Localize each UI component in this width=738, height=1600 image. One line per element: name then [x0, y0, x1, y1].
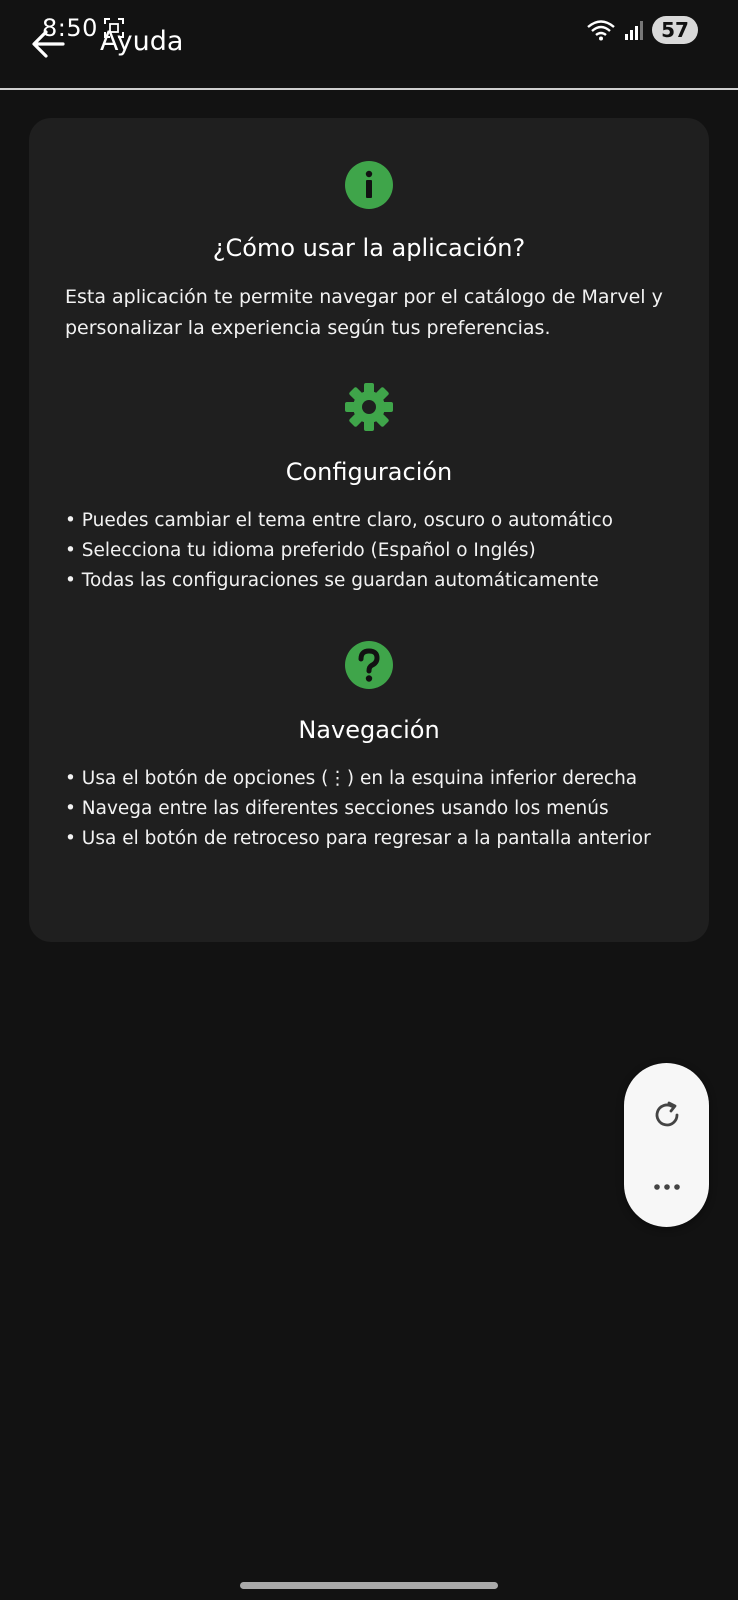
floating-menu: [624, 1063, 709, 1227]
list-item: • Usa el botón de retroceso para regresa…: [65, 828, 651, 849]
info-icon: [345, 161, 393, 209]
navigation-list: • Usa el botón de opciones (⋮) en la esq…: [65, 764, 685, 854]
help-card: ¿Cómo usar la aplicación? Esta aplicació…: [29, 118, 709, 942]
more-options-button[interactable]: [624, 1157, 709, 1217]
navigation-section-title: Navegación: [298, 716, 440, 744]
screenshot-icon: [104, 18, 124, 38]
list-item: • Selecciona tu idioma preferido (Españo…: [65, 540, 536, 561]
settings-section-title: Configuración: [285, 458, 453, 486]
wifi-icon: [587, 20, 615, 41]
list-item: • Navega entre las diferentes secciones …: [65, 798, 609, 819]
app-bar-divider: [0, 88, 738, 90]
status-time: 8:50: [42, 14, 98, 42]
gear-icon: [345, 383, 393, 431]
more-horizontal-icon: [653, 1184, 680, 1190]
usage-section-title: ¿Cómo usar la aplicación?: [212, 234, 526, 262]
app-bar: Ayuda: [0, 0, 738, 90]
list-item: • Puedes cambiar el tema entre claro, os…: [65, 510, 613, 531]
signal-icon: [625, 21, 643, 40]
question-icon: [345, 641, 393, 689]
list-item: • Todas las configuraciones se guardan a…: [65, 570, 599, 591]
refresh-button[interactable]: [624, 1085, 709, 1145]
home-indicator[interactable]: [240, 1582, 498, 1589]
settings-list: • Puedes cambiar el tema entre claro, os…: [65, 506, 685, 596]
status-icons: 57: [586, 16, 698, 44]
help-screen: Ayuda 8:50 57 ¿Cómo usar la aplicación? …: [0, 0, 738, 1600]
refresh-icon: [655, 1101, 678, 1127]
usage-section-body: Esta aplicación te permite navegar por e…: [65, 286, 663, 339]
list-item: • Usa el botón de opciones (⋮) en la esq…: [65, 768, 638, 789]
battery-indicator: 57: [652, 16, 698, 44]
